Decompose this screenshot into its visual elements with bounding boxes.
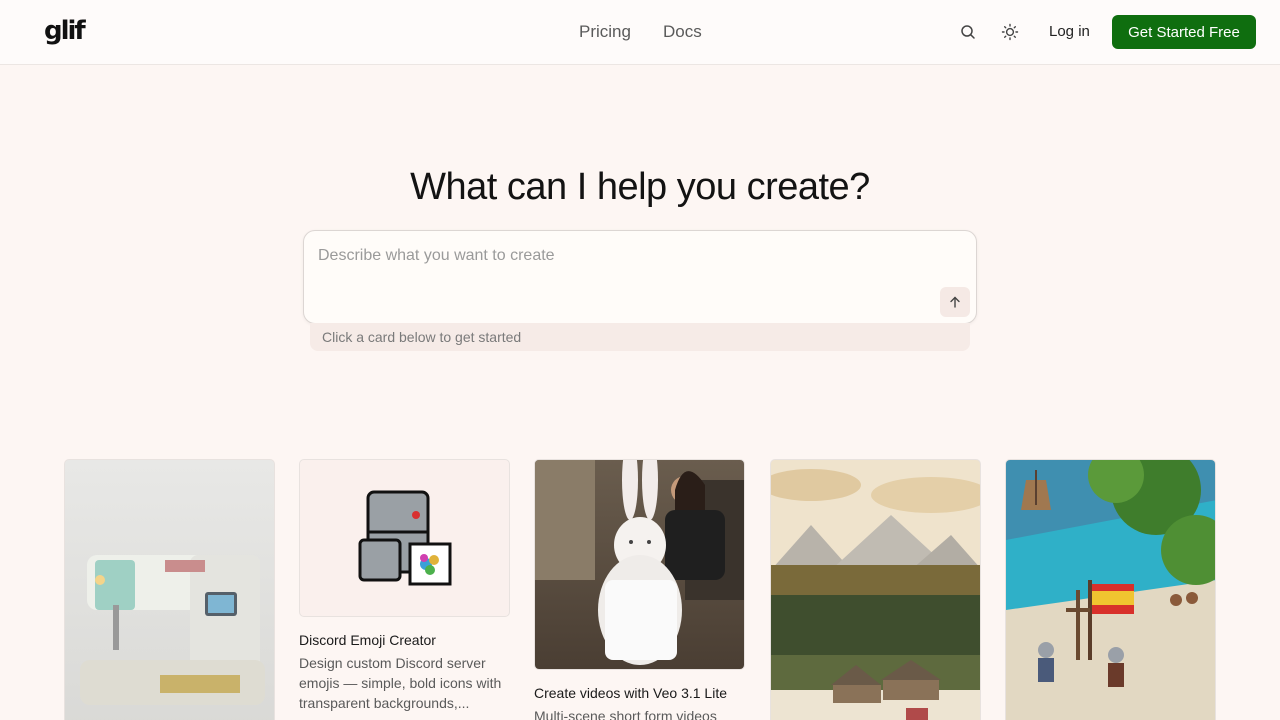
top-header: glif Pricing Docs Log in Get Started Fre…	[0, 0, 1280, 65]
card-description: Design custom Discord server emojis — si…	[299, 655, 502, 711]
prompt-box	[303, 230, 977, 324]
card-image	[1005, 459, 1216, 720]
card-title: Discord Emoji Creator	[299, 632, 436, 648]
login-link[interactable]: Log in	[1049, 22, 1090, 42]
card-discord-emoji[interactable]: Discord Emoji Creator Design custom Disc…	[299, 459, 510, 713]
nav-pricing[interactable]: Pricing	[579, 21, 631, 43]
page-title: What can I help you create?	[410, 166, 870, 208]
card-image	[299, 459, 510, 617]
card-image	[64, 459, 275, 720]
theme-toggle-sun-icon[interactable]	[998, 20, 1022, 44]
card-description: Multi-scene short form videos	[534, 708, 717, 720]
prompt-hint: Click a card below to get started	[310, 323, 970, 351]
logo[interactable]: glif	[44, 16, 86, 46]
card-title: Create videos with Veo 3.1 Lite	[534, 685, 728, 701]
prompt-input[interactable]	[318, 247, 938, 287]
nav-docs[interactable]: Docs	[663, 21, 702, 43]
card-sewing-machine[interactable]	[64, 459, 275, 720]
main-nav: Pricing Docs	[579, 21, 702, 43]
arrow-up-icon	[950, 296, 960, 308]
search-icon[interactable]	[956, 20, 980, 44]
get-started-button[interactable]: Get Started Free	[1112, 15, 1256, 49]
card-beach-diorama[interactable]	[1005, 459, 1216, 720]
card-veo-video[interactable]: Create videos with Veo 3.1 Lite Multi-sc…	[534, 459, 745, 720]
card-image	[770, 459, 981, 720]
card-image	[534, 459, 745, 670]
send-button[interactable]	[940, 287, 970, 317]
card-forest-illustration[interactable]	[770, 459, 981, 720]
